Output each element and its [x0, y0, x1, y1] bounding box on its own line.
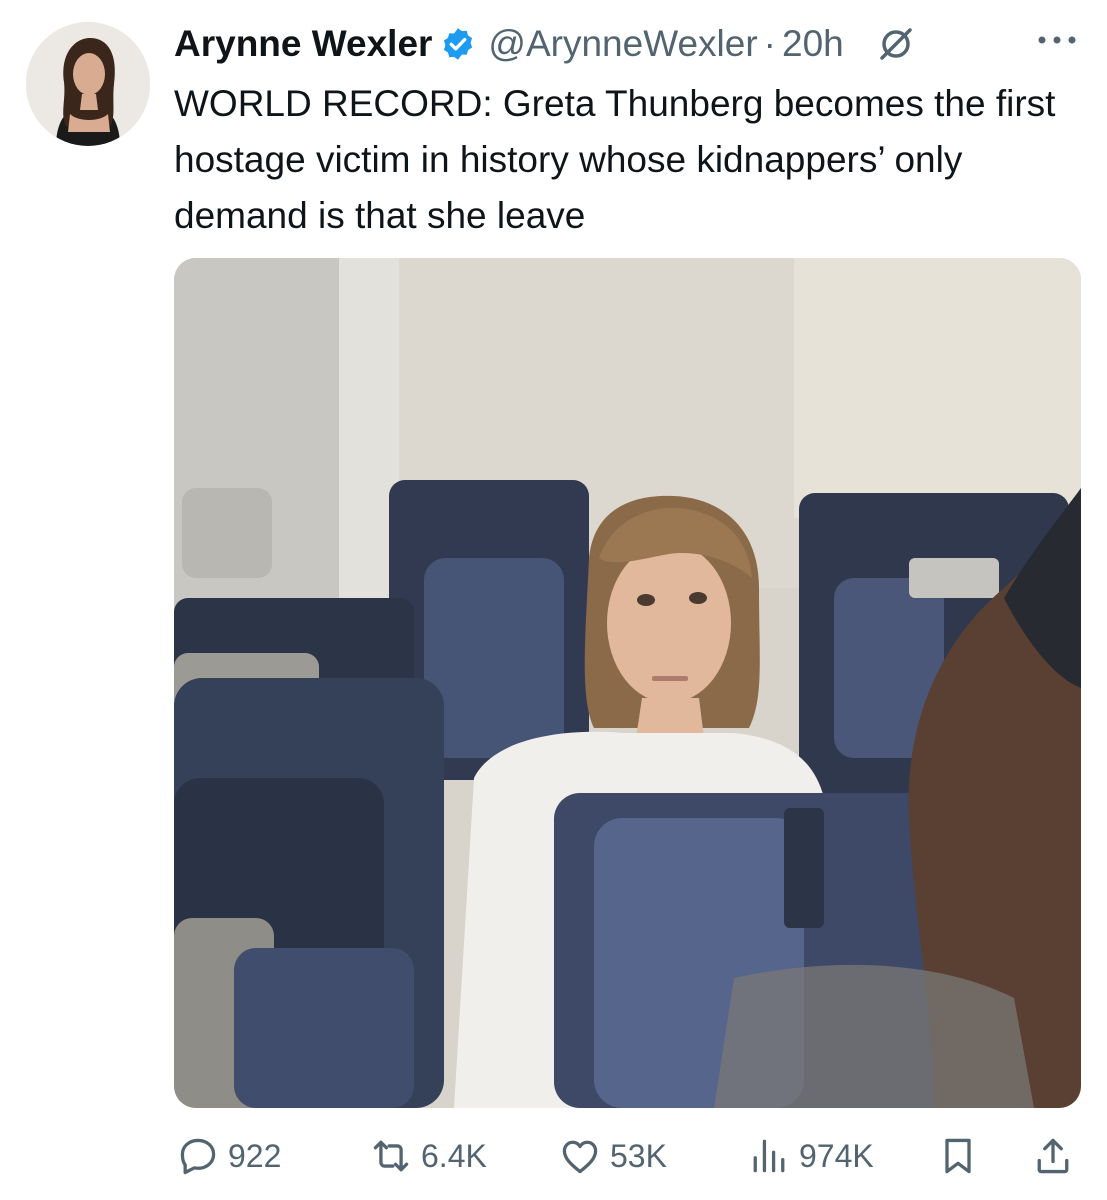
retweet-count: 6.4K: [421, 1137, 487, 1174]
share-button[interactable]: [1031, 1128, 1075, 1184]
author-name[interactable]: Arynne Wexler: [174, 23, 432, 65]
more-icon[interactable]: [1035, 30, 1079, 50]
like-count: 53K: [610, 1137, 667, 1174]
share-icon: [1037, 1138, 1069, 1174]
retweet-icon: [373, 1140, 409, 1172]
verified-badge-icon: [440, 26, 476, 62]
reply-icon: [180, 1138, 216, 1175]
like-button[interactable]: 53K: [558, 1128, 667, 1184]
views-icon: [753, 1139, 785, 1173]
tweet-actions: 922 6.4K 53K 974K: [174, 1128, 1081, 1184]
bookmark-icon: [945, 1138, 971, 1174]
retweet-button[interactable]: 6.4K: [369, 1128, 487, 1184]
reply-count: 922: [228, 1137, 282, 1174]
avatar[interactable]: [26, 22, 150, 146]
author-handle[interactable]: @ArynneWexler: [488, 23, 757, 65]
bookmark-button[interactable]: [936, 1128, 980, 1184]
views-count: 974K: [799, 1137, 874, 1174]
like-icon: [562, 1140, 598, 1174]
timestamp[interactable]: 20h: [782, 23, 844, 65]
reply-button[interactable]: 922: [176, 1128, 281, 1184]
grok-icon[interactable]: [876, 24, 916, 64]
views-button[interactable]: 974K: [747, 1128, 874, 1184]
tweet-text: WORLD RECORD: Greta Thunberg becomes the…: [174, 83, 1056, 236]
separator-dot: ·: [763, 23, 776, 64]
tweet-media-image[interactable]: [174, 258, 1081, 1108]
tweet-header: Arynne Wexler @ArynneWexler · 20h: [174, 22, 916, 66]
